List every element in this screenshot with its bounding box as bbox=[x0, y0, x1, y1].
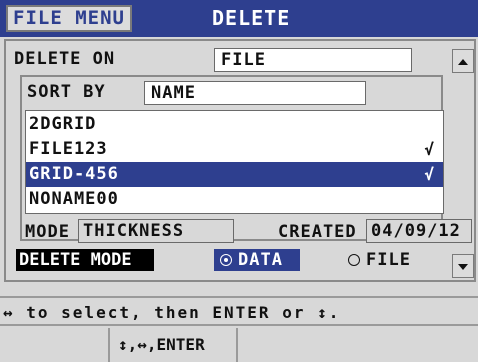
check-mark: √ bbox=[424, 165, 435, 184]
created-value: 04/09/12 bbox=[366, 219, 472, 243]
list-item-selected[interactable]: GRID-456 √ bbox=[26, 162, 443, 187]
radio-selected-icon bbox=[220, 254, 232, 266]
check-mark: √ bbox=[424, 140, 435, 159]
file-menu-tab[interactable]: FILE MENU bbox=[6, 5, 132, 32]
list-item[interactable]: NONAME00 bbox=[26, 187, 443, 212]
sort-by-label: SORT BY bbox=[27, 82, 106, 102]
file-list: 2DGRID FILE123 √ GRID-456 √ NONAME00 bbox=[25, 110, 444, 214]
mode-label: MODE bbox=[25, 222, 70, 242]
delete-on-label: DELETE ON bbox=[14, 49, 116, 69]
file-name: 2DGRID bbox=[29, 114, 97, 134]
arrow-down-icon bbox=[458, 264, 468, 270]
radio-empty-icon bbox=[348, 254, 360, 266]
sort-by-field[interactable]: NAME bbox=[144, 81, 366, 105]
radio-file-label: FILE bbox=[366, 250, 411, 270]
delete-mode-label: DELETE MODE bbox=[16, 249, 154, 271]
radio-data[interactable]: DATA bbox=[214, 249, 300, 271]
radio-data-label: DATA bbox=[238, 250, 283, 270]
status-left bbox=[0, 328, 110, 362]
file-name: NONAME00 bbox=[29, 189, 119, 209]
scroll-down-button[interactable] bbox=[452, 254, 474, 278]
status-keys: ↕,↔,ENTER bbox=[110, 328, 238, 362]
arrow-up-icon bbox=[458, 59, 468, 65]
file-name: FILE123 bbox=[29, 139, 108, 159]
screen-title: DELETE bbox=[212, 6, 291, 30]
list-item[interactable]: 2DGRID bbox=[26, 112, 443, 137]
scroll-up-button[interactable] bbox=[452, 49, 474, 73]
file-name: GRID-456 bbox=[29, 164, 119, 184]
created-label: CREATED bbox=[278, 222, 357, 242]
mode-value: THICKNESS bbox=[78, 219, 234, 243]
delete-on-field[interactable]: FILE bbox=[214, 48, 412, 72]
radio-file[interactable]: FILE bbox=[348, 249, 438, 271]
help-text: ↔ to select, then ENTER or ↕. bbox=[0, 296, 478, 326]
list-item[interactable]: FILE123 √ bbox=[26, 137, 443, 162]
